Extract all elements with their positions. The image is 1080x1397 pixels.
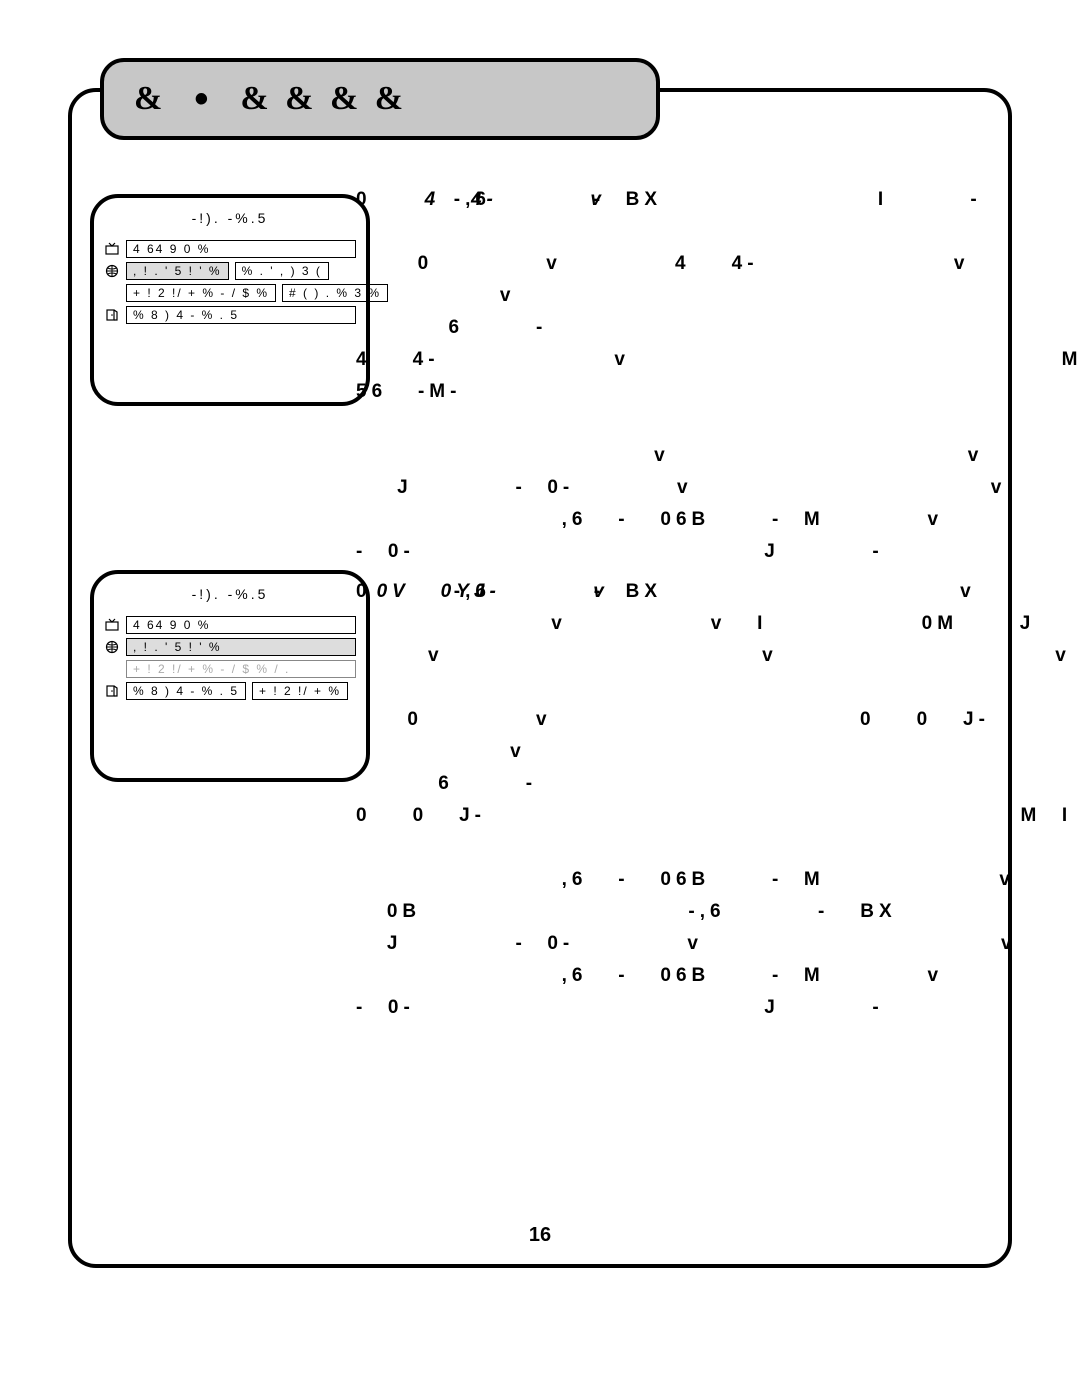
menu-cell: , ! . ' 5 ! ' % <box>126 262 229 280</box>
menu-row: + ! 2 !/ + % - / $ %# ( ) . % 3 % <box>104 284 356 302</box>
menu-cell: % 8 ) 4 - % . 5 <box>126 306 356 324</box>
menu-row: , ! . ' 5 ! ' % % . ' , ) 3 ( <box>104 262 356 280</box>
menu-row: 4 64 9 0 % <box>104 616 356 634</box>
globe-icon <box>104 640 120 654</box>
bullet-icon: • <box>194 79 212 119</box>
menu-cell: % . ' , ) 3 ( <box>235 262 329 280</box>
blank-icon <box>104 662 120 676</box>
menu-cell: % 8 ) 4 - % . 5 <box>126 682 246 700</box>
menu-cell: 4 64 9 0 % <box>126 240 356 258</box>
menu-rows: 4 64 9 0 % , ! . ' 5 ! ' % + ! 2 !/ + % - … <box>104 616 356 700</box>
tv-icon <box>104 242 120 256</box>
menu-row: + ! 2 !/ + % - / $ % / . <box>104 660 356 678</box>
door-icon <box>104 308 120 322</box>
menu-title: -!). -%.5 <box>104 586 356 602</box>
tab-left: & <box>134 80 166 118</box>
tab-right: & & & & <box>240 80 407 118</box>
menu-row: 4 64 9 0 % <box>104 240 356 258</box>
menu-screenshot-1: -!). -%.5 4 64 9 0 % , ! . ' 5 ! ' % % . '… <box>90 194 370 406</box>
blank-icon <box>104 286 120 300</box>
menu-row: , ! . ' 5 ! ' % <box>104 638 356 656</box>
menu-rows: 4 64 9 0 % , ! . ' 5 ! ' % % . ' , ) 3 ( + … <box>104 240 356 324</box>
menu-row: % 8 ) 4 - % . 5 + ! 2 !/ + % <box>104 682 356 700</box>
globe-icon <box>104 264 120 278</box>
menu-cell: , ! . ' 5 ! ' % <box>126 638 356 656</box>
menu-cell: 4 64 9 0 % <box>126 616 356 634</box>
menu-cell: + ! 2 !/ + % - / $ % / . <box>126 660 356 678</box>
section-1-body: 0 -,6 - BX I - 0 v 4 4- v v 6 - 4 4- v <box>356 184 1080 568</box>
menu-screenshot-2: -!). -%.5 4 64 9 0 % , ! . ' 5 ! ' % + ! 2… <box>90 570 370 782</box>
section-2-body: 0 -,6 - BX v I v v I 0M J v v <box>356 576 1080 1024</box>
section-tab: & • & & & & <box>100 58 660 140</box>
door-icon <box>104 684 120 698</box>
page-number: 16 <box>0 1224 1080 1247</box>
menu-row: % 8 ) 4 - % . 5 <box>104 306 356 324</box>
menu-cell: + ! 2 !/ + % <box>252 682 348 700</box>
tv-icon <box>104 618 120 632</box>
menu-title: -!). -%.5 <box>104 210 356 226</box>
menu-cell: + ! 2 !/ + % - / $ % <box>126 284 276 302</box>
